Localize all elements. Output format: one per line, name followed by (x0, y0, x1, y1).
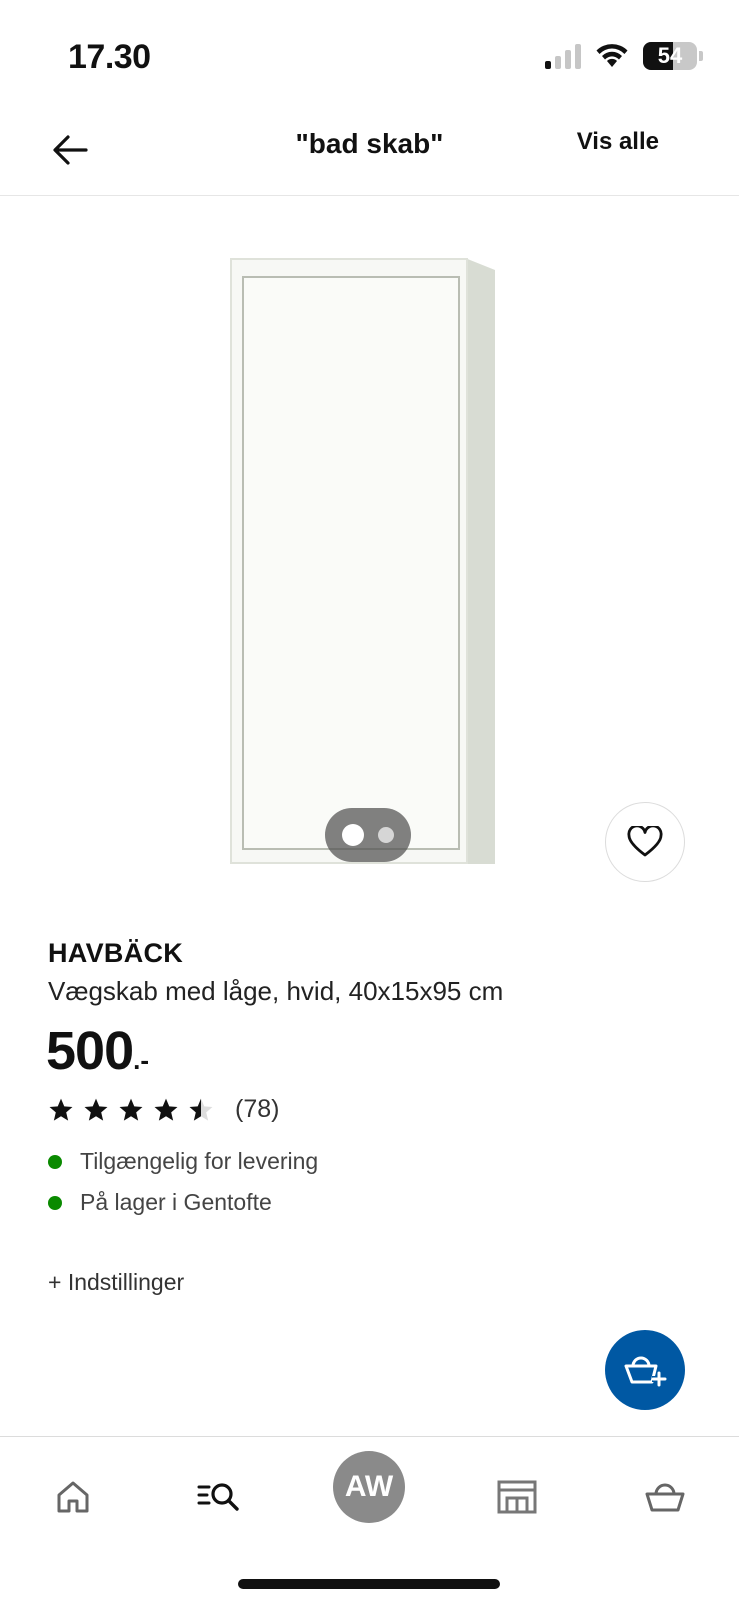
basket-add-icon (624, 1356, 667, 1387)
status-bar: 17.30 54 (0, 0, 739, 110)
store-icon (497, 1480, 537, 1514)
image-carousel-indicator[interactable] (325, 808, 411, 862)
price-suffix: .- (133, 1045, 149, 1075)
bottom-navigation: AW (0, 1436, 739, 1600)
product-brand: HAVBÄCK (48, 938, 184, 968)
battery-icon: 54 (643, 42, 697, 70)
availability-store: På lager i Gentofte (48, 1189, 272, 1216)
star-full-icon (49, 1098, 73, 1121)
price-value: 500 (46, 1021, 134, 1081)
product-description: Vægskab med låge, hvid, 40x15x95 cm (48, 976, 504, 1006)
status-time: 17.30 (68, 38, 151, 76)
battery-level: 54 (657, 43, 683, 68)
heart-icon (627, 826, 663, 857)
home-indicator (238, 1579, 500, 1589)
availability-delivery-text: Tilgængelig for levering (80, 1148, 319, 1174)
status-icons: 54 (545, 42, 703, 70)
view-all-link[interactable]: Vis alle (577, 128, 659, 156)
home-icon (57, 1481, 89, 1513)
cabinet-side (465, 258, 495, 864)
wifi-icon (595, 43, 629, 69)
star-full-icon (154, 1098, 178, 1121)
product-price: 500.- (46, 1020, 149, 1082)
nav-basket[interactable] (635, 1467, 695, 1527)
rating-count: (78) (235, 1095, 280, 1123)
options-link[interactable]: + Indstillinger (48, 1269, 184, 1296)
in-stock-dot-icon (48, 1154, 62, 1169)
product-rating[interactable]: (78) (48, 1095, 279, 1124)
search-list-icon (197, 1483, 239, 1511)
carousel-dot[interactable] (378, 827, 394, 843)
cabinet-door (242, 276, 460, 850)
nav-home[interactable] (43, 1467, 103, 1527)
basket-icon (645, 1483, 685, 1512)
nav-search[interactable] (190, 1467, 250, 1527)
in-stock-dot-icon (48, 1195, 62, 1210)
availability-delivery: Tilgængelig for levering (48, 1148, 318, 1175)
star-full-icon (119, 1098, 143, 1121)
avatar[interactable]: AW (333, 1451, 405, 1523)
product-image[interactable] (230, 250, 505, 880)
carousel-dot-active[interactable] (342, 824, 364, 846)
add-to-cart-button[interactable] (605, 1330, 685, 1410)
star-half-icon (189, 1098, 213, 1121)
availability-store-text: På lager i Gentofte (80, 1189, 272, 1215)
top-navigation: "bad skab" Vis alle (0, 110, 739, 196)
nav-stores[interactable] (487, 1467, 547, 1527)
favorite-button[interactable] (605, 802, 685, 882)
star-full-icon (84, 1098, 108, 1121)
signal-icon (545, 43, 581, 69)
cabinet-front (230, 258, 468, 864)
